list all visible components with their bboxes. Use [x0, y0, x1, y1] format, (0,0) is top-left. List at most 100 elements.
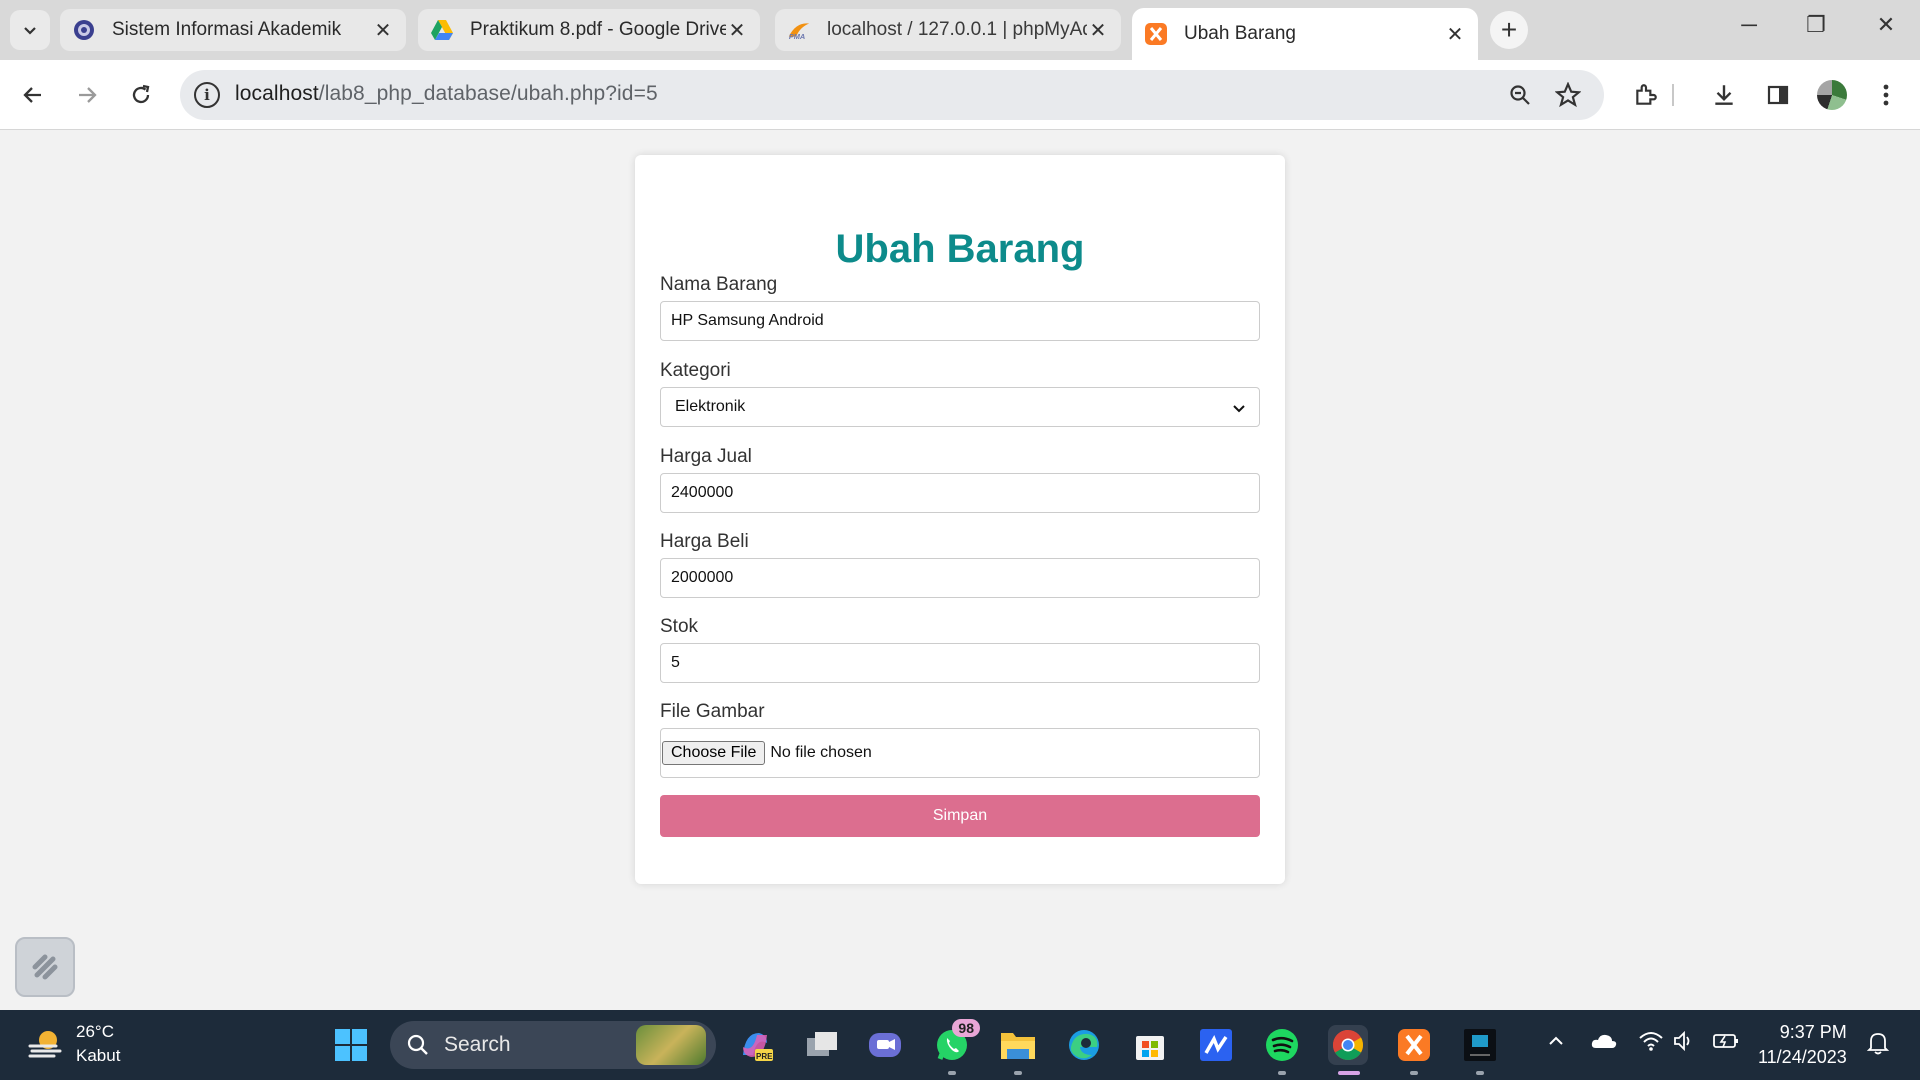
volume-icon[interactable] [1672, 1030, 1696, 1058]
close-icon[interactable]: ✕ [372, 18, 394, 43]
running-indicator [948, 1071, 956, 1075]
weather-temp: 26°C [76, 1022, 114, 1041]
nama-barang-input[interactable]: HP Samsung Android [660, 301, 1260, 341]
phpmyadmin-icon: PMA [787, 18, 811, 42]
url-path: /lab8_php_database/ubah.php?id=5 [318, 82, 658, 105]
harga-beli-label: Harga Beli [660, 531, 749, 552]
nama-barang-value: HP Samsung Android [671, 312, 824, 329]
whatsapp-badge: 98 [952, 1019, 980, 1037]
tab-search-button[interactable] [10, 10, 50, 50]
file-explorer-icon[interactable] [998, 1025, 1038, 1075]
nama-barang-label: Nama Barang [660, 274, 778, 295]
new-tab-button[interactable]: + [1490, 11, 1528, 49]
show-hidden-icons[interactable] [1545, 1030, 1567, 1058]
start-button[interactable] [331, 1025, 371, 1065]
chrome-icon[interactable] [1328, 1025, 1368, 1075]
xampp-icon [1144, 22, 1168, 46]
toolbar-divider [1668, 77, 1678, 113]
profile-avatar[interactable] [1814, 77, 1850, 113]
weather-widget[interactable]: 26°C Kabut [26, 1020, 120, 1068]
harga-jual-input[interactable]: 2400000 [660, 473, 1260, 513]
back-button[interactable] [16, 78, 50, 112]
bookmark-star-icon[interactable] [1550, 77, 1586, 113]
windows-taskbar: 26°C Kabut Search PRE 98 9:37 PM 11/24/2… [0, 1010, 1920, 1080]
edge-icon[interactable] [1064, 1025, 1104, 1065]
forward-button[interactable] [70, 78, 104, 112]
clock-time: 9:37 PM [1779, 1022, 1847, 1042]
taskbar-search[interactable]: Search [390, 1021, 716, 1069]
kategori-select[interactable]: Elektronik [660, 387, 1260, 427]
running-indicator [1014, 1071, 1022, 1075]
stok-label: Stok [660, 616, 699, 637]
microsoft-store-icon[interactable] [1130, 1025, 1170, 1065]
tab-phpmyadmin[interactable]: PMA localhost / 127.0.0.1 | phpMyAd ✕ [775, 9, 1121, 51]
minimize-button[interactable]: ─ [1729, 12, 1769, 38]
tab-ubah-barang[interactable]: Ubah Barang ✕ [1132, 8, 1478, 60]
tab-title: localhost / 127.0.0.1 | phpMyAd [827, 19, 1087, 40]
file-gambar-input[interactable]: Choose File No file chosen [660, 728, 1260, 778]
zoom-icon[interactable] [1502, 77, 1538, 113]
chevron-down-icon [24, 27, 36, 35]
google-drive-icon [430, 18, 454, 42]
harga-jual-label: Harga Jual [660, 446, 752, 467]
close-icon[interactable]: ✕ [1444, 22, 1466, 47]
teams-chat-icon[interactable] [865, 1025, 905, 1065]
stok-value: 5 [671, 654, 680, 671]
tab-sistem-informasi[interactable]: Sistem Informasi Akademik ✕ [60, 9, 406, 51]
extensions-icon[interactable] [1628, 77, 1664, 113]
tab-strip: Sistem Informasi Akademik ✕ Praktikum 8.… [0, 0, 1920, 60]
copilot-icon[interactable]: PRE [735, 1025, 775, 1065]
close-window-button[interactable]: ✕ [1866, 12, 1906, 38]
running-indicator [1410, 1071, 1418, 1075]
university-icon [72, 18, 96, 42]
url-text[interactable]: localhost/lab8_php_database/ubah.php?id=… [235, 82, 658, 106]
plus-icon: + [1500, 14, 1518, 45]
running-indicator [1476, 1071, 1484, 1075]
url-host: localhost [235, 82, 319, 105]
xampp-taskbar-icon[interactable] [1394, 1025, 1434, 1075]
svg-text:PMA: PMA [789, 32, 805, 41]
harga-jual-value: 2400000 [671, 484, 734, 501]
arrow-left-icon [23, 87, 41, 103]
whatsapp-icon[interactable]: 98 [932, 1019, 980, 1075]
stok-input[interactable]: 5 [660, 643, 1260, 683]
harga-beli-value: 2000000 [671, 569, 734, 586]
reload-button[interactable] [124, 78, 158, 112]
close-icon[interactable]: ✕ [1087, 18, 1109, 43]
simpan-button[interactable]: Simpan [660, 795, 1260, 837]
tab-google-drive[interactable]: Praktikum 8.pdf - Google Drive ✕ [418, 9, 760, 51]
page-viewport: Ubah Barang Nama Barang HP Samsung Andro… [0, 131, 1920, 1010]
harga-beli-input[interactable]: 2000000 [660, 558, 1260, 598]
no-file-text: No file chosen [770, 744, 872, 761]
address-bar[interactable]: i localhost/lab8_php_database/ubah.php?i… [180, 70, 1604, 120]
info-icon[interactable]: i [194, 82, 220, 108]
download-icon[interactable] [1706, 77, 1742, 113]
system-clock[interactable]: 9:37 PM 11/24/2023 [1758, 1020, 1847, 1070]
choose-file-button[interactable]: Choose File [662, 741, 766, 765]
side-panel-icon[interactable] [1760, 77, 1796, 113]
spotify-icon[interactable] [1262, 1025, 1302, 1075]
arrow-right-icon [79, 87, 97, 103]
page-title: Ubah Barang [835, 227, 1085, 271]
task-view-icon[interactable] [802, 1025, 842, 1065]
svg-text:PRE: PRE [756, 1052, 773, 1061]
active-indicator [1338, 1071, 1360, 1075]
wifi-icon[interactable] [1638, 1030, 1664, 1058]
chevron-down-icon [1233, 405, 1245, 413]
onedrive-icon[interactable] [1590, 1030, 1618, 1058]
screen-recorder-icon[interactable] [1460, 1025, 1500, 1075]
browser-toolbar: i localhost/lab8_php_database/ubah.php?i… [0, 60, 1920, 130]
file-gambar-label: File Gambar [660, 701, 765, 722]
tab-title: Sistem Informasi Akademik [112, 19, 342, 40]
battery-icon[interactable] [1712, 1030, 1740, 1058]
visual-studio-code-icon[interactable] [1196, 1025, 1236, 1065]
running-indicator [1278, 1071, 1286, 1075]
restore-button[interactable]: ❐ [1796, 12, 1836, 38]
kategori-value: Elektronik [675, 398, 746, 415]
search-highlight-image [636, 1025, 706, 1065]
search-icon [407, 1034, 428, 1055]
more-menu-icon[interactable] [1868, 77, 1904, 113]
floating-app-icon[interactable] [15, 937, 75, 997]
notification-bell-icon[interactable] [1866, 1030, 1890, 1062]
close-icon[interactable]: ✕ [726, 18, 748, 43]
